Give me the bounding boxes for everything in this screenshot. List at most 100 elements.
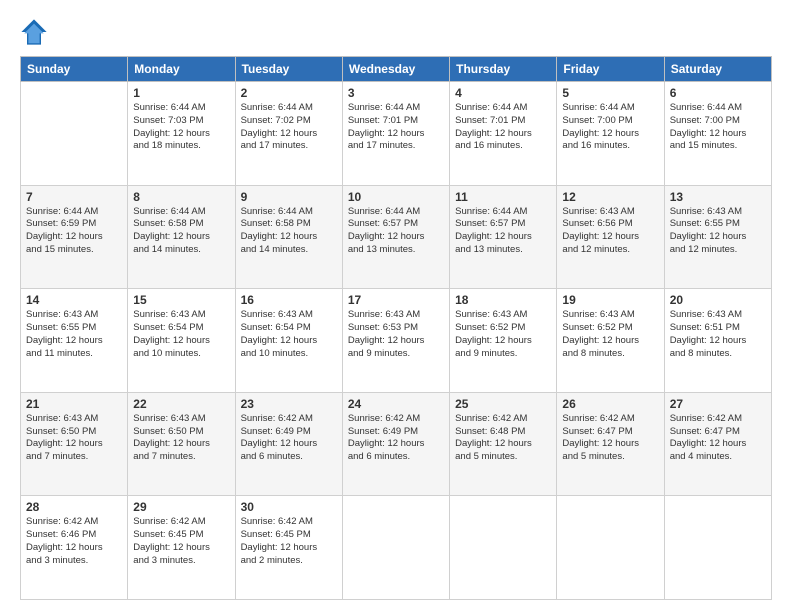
calendar-cell: 2 Sunrise: 6:44 AM Sunset: 7:02 PM Daylig…: [235, 82, 342, 186]
day-info: Sunrise: 6:43 AM Sunset: 6:55 PM Dayligh…: [26, 309, 122, 360]
day-number: 4: [455, 86, 551, 100]
calendar-cell: 19 Sunrise: 6:43 AM Sunset: 6:52 PM Dayli…: [557, 289, 664, 393]
day-number: 1: [133, 86, 229, 100]
day-info: Sunrise: 6:43 AM Sunset: 6:51 PM Dayligh…: [670, 309, 766, 360]
calendar-cell: [21, 82, 128, 186]
calendar-cell: 7Sunrise: 6:44 AM Sunset: 6:59 PM Daylig…: [21, 185, 128, 289]
day-header-wednesday: Wednesday: [342, 57, 449, 82]
header-row: SundayMondayTuesdayWednesdayThursdayFrid…: [21, 57, 772, 82]
day-info: Sunrise: 6:42 AM Sunset: 6:49 PM Dayligh…: [348, 413, 444, 464]
logo-icon: [20, 18, 48, 46]
week-row-4: 21 Sunrise: 6:43 AM Sunset: 6:50 PM Dayli…: [21, 392, 772, 496]
day-number: 30: [241, 500, 337, 514]
day-header-tuesday: Tuesday: [235, 57, 342, 82]
calendar-cell: 25 Sunrise: 6:42 AM Sunset: 6:48 PM Dayli…: [450, 392, 557, 496]
calendar-cell: 15 Sunrise: 6:43 AM Sunset: 6:54 PM Dayli…: [128, 289, 235, 393]
calendar-cell: 26Sunrise: 6:42 AM Sunset: 6:47 PM Dayli…: [557, 392, 664, 496]
day-header-monday: Monday: [128, 57, 235, 82]
calendar-cell: 14 Sunrise: 6:43 AM Sunset: 6:55 PM Dayli…: [21, 289, 128, 393]
calendar-cell: 29 Sunrise: 6:42 AM Sunset: 6:45 PM Dayli…: [128, 496, 235, 600]
week-row-3: 14 Sunrise: 6:43 AM Sunset: 6:55 PM Dayli…: [21, 289, 772, 393]
day-number: 26: [562, 397, 658, 411]
day-header-saturday: Saturday: [664, 57, 771, 82]
day-number: 21: [26, 397, 122, 411]
day-header-sunday: Sunday: [21, 57, 128, 82]
day-number: 8: [133, 190, 229, 204]
week-row-2: 7Sunrise: 6:44 AM Sunset: 6:59 PM Daylig…: [21, 185, 772, 289]
day-number: 23: [241, 397, 337, 411]
day-info: Sunrise: 6:43 AM Sunset: 6:55 PM Dayligh…: [670, 206, 766, 257]
day-info: Sunrise: 6:44 AM Sunset: 7:01 PM Dayligh…: [455, 102, 551, 153]
day-number: 16: [241, 293, 337, 307]
day-info: Sunrise: 6:44 AM Sunset: 7:01 PM Dayligh…: [348, 102, 444, 153]
calendar-cell: 18 Sunrise: 6:43 AM Sunset: 6:52 PM Dayli…: [450, 289, 557, 393]
day-number: 27: [670, 397, 766, 411]
calendar-cell: [342, 496, 449, 600]
day-number: 5: [562, 86, 658, 100]
calendar: SundayMondayTuesdayWednesdayThursdayFrid…: [20, 56, 772, 600]
calendar-cell: 28Sunrise: 6:42 AM Sunset: 6:46 PM Dayli…: [21, 496, 128, 600]
day-number: 17: [348, 293, 444, 307]
calendar-cell: 27Sunrise: 6:42 AM Sunset: 6:47 PM Dayli…: [664, 392, 771, 496]
day-info: Sunrise: 6:42 AM Sunset: 6:45 PM Dayligh…: [133, 516, 229, 567]
day-info: Sunrise: 6:42 AM Sunset: 6:45 PM Dayligh…: [241, 516, 337, 567]
day-number: 19: [562, 293, 658, 307]
day-number: 10: [348, 190, 444, 204]
day-number: 12: [562, 190, 658, 204]
calendar-cell: 23 Sunrise: 6:42 AM Sunset: 6:49 PM Dayli…: [235, 392, 342, 496]
calendar-cell: 21 Sunrise: 6:43 AM Sunset: 6:50 PM Dayli…: [21, 392, 128, 496]
day-number: 11: [455, 190, 551, 204]
day-info: Sunrise: 6:43 AM Sunset: 6:50 PM Dayligh…: [26, 413, 122, 464]
day-info: Sunrise: 6:43 AM Sunset: 6:52 PM Dayligh…: [562, 309, 658, 360]
calendar-cell: 5 Sunrise: 6:44 AM Sunset: 7:00 PM Daylig…: [557, 82, 664, 186]
calendar-cell: [664, 496, 771, 600]
day-number: 28: [26, 500, 122, 514]
calendar-cell: 11Sunrise: 6:44 AM Sunset: 6:57 PM Dayli…: [450, 185, 557, 289]
calendar-body: 1 Sunrise: 6:44 AM Sunset: 7:03 PM Daylig…: [21, 82, 772, 600]
day-number: 24: [348, 397, 444, 411]
calendar-cell: 24 Sunrise: 6:42 AM Sunset: 6:49 PM Dayli…: [342, 392, 449, 496]
day-number: 25: [455, 397, 551, 411]
week-row-1: 1 Sunrise: 6:44 AM Sunset: 7:03 PM Daylig…: [21, 82, 772, 186]
calendar-cell: 16 Sunrise: 6:43 AM Sunset: 6:54 PM Dayli…: [235, 289, 342, 393]
day-info: Sunrise: 6:43 AM Sunset: 6:50 PM Dayligh…: [133, 413, 229, 464]
day-info: Sunrise: 6:43 AM Sunset: 6:54 PM Dayligh…: [241, 309, 337, 360]
day-number: 29: [133, 500, 229, 514]
day-info: Sunrise: 6:43 AM Sunset: 6:54 PM Dayligh…: [133, 309, 229, 360]
calendar-cell: 13 Sunrise: 6:43 AM Sunset: 6:55 PM Dayli…: [664, 185, 771, 289]
day-info: Sunrise: 6:43 AM Sunset: 6:53 PM Dayligh…: [348, 309, 444, 360]
day-info: Sunrise: 6:44 AM Sunset: 7:00 PM Dayligh…: [562, 102, 658, 153]
page: SundayMondayTuesdayWednesdayThursdayFrid…: [0, 0, 792, 612]
day-number: 6: [670, 86, 766, 100]
day-number: 22: [133, 397, 229, 411]
calendar-cell: [450, 496, 557, 600]
day-number: 2: [241, 86, 337, 100]
day-number: 14: [26, 293, 122, 307]
day-number: 18: [455, 293, 551, 307]
day-info: Sunrise: 6:44 AM Sunset: 6:58 PM Dayligh…: [241, 206, 337, 257]
day-info: Sunrise: 6:44 AM Sunset: 7:00 PM Dayligh…: [670, 102, 766, 153]
day-info: Sunrise: 6:42 AM Sunset: 6:49 PM Dayligh…: [241, 413, 337, 464]
calendar-cell: 22 Sunrise: 6:43 AM Sunset: 6:50 PM Dayli…: [128, 392, 235, 496]
day-number: 15: [133, 293, 229, 307]
day-info: Sunrise: 6:43 AM Sunset: 6:52 PM Dayligh…: [455, 309, 551, 360]
day-info: Sunrise: 6:44 AM Sunset: 7:02 PM Dayligh…: [241, 102, 337, 153]
calendar-cell: 30 Sunrise: 6:42 AM Sunset: 6:45 PM Dayli…: [235, 496, 342, 600]
calendar-header: SundayMondayTuesdayWednesdayThursdayFrid…: [21, 57, 772, 82]
day-number: 9: [241, 190, 337, 204]
day-info: Sunrise: 6:42 AM Sunset: 6:48 PM Dayligh…: [455, 413, 551, 464]
calendar-cell: 12Sunrise: 6:43 AM Sunset: 6:56 PM Dayli…: [557, 185, 664, 289]
calendar-cell: 9 Sunrise: 6:44 AM Sunset: 6:58 PM Daylig…: [235, 185, 342, 289]
day-number: 13: [670, 190, 766, 204]
calendar-cell: 17 Sunrise: 6:43 AM Sunset: 6:53 PM Dayli…: [342, 289, 449, 393]
day-info: Sunrise: 6:44 AM Sunset: 6:57 PM Dayligh…: [348, 206, 444, 257]
day-number: 20: [670, 293, 766, 307]
calendar-cell: 10 Sunrise: 6:44 AM Sunset: 6:57 PM Dayli…: [342, 185, 449, 289]
calendar-cell: 6 Sunrise: 6:44 AM Sunset: 7:00 PM Daylig…: [664, 82, 771, 186]
header: [20, 18, 772, 46]
calendar-cell: 8Sunrise: 6:44 AM Sunset: 6:58 PM Daylig…: [128, 185, 235, 289]
calendar-cell: 20 Sunrise: 6:43 AM Sunset: 6:51 PM Dayli…: [664, 289, 771, 393]
day-header-thursday: Thursday: [450, 57, 557, 82]
logo: [20, 18, 52, 46]
day-info: Sunrise: 6:44 AM Sunset: 7:03 PM Dayligh…: [133, 102, 229, 153]
